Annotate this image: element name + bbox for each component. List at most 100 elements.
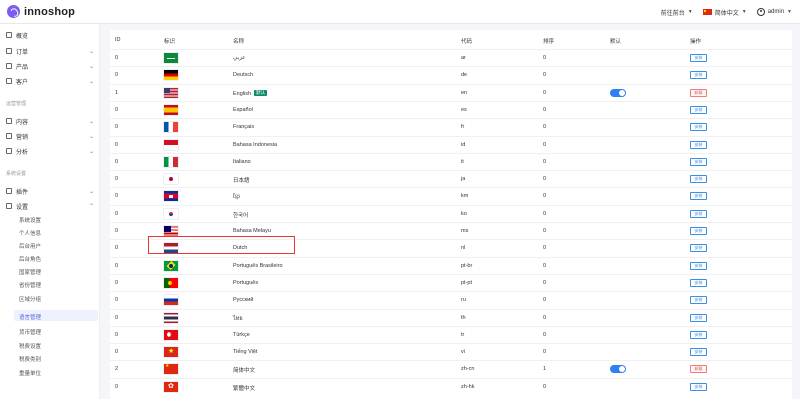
- install-button[interactable]: 安装: [690, 244, 707, 253]
- install-button[interactable]: 安装: [690, 278, 707, 287]
- user-menu[interactable]: admin ▼: [756, 8, 792, 16]
- cell-sort: 0: [543, 314, 547, 321]
- cell-sort: 0: [543, 331, 547, 338]
- sidebar-item-products[interactable]: 产品 ⌄: [6, 60, 94, 72]
- language-label: 简体中文: [714, 10, 739, 17]
- table-row: 0 ខ្មែរ km 0 安装: [110, 187, 792, 204]
- flag-it-icon: [164, 156, 178, 167]
- language-switcher[interactable]: 简体中文 ▼: [702, 8, 747, 17]
- install-button[interactable]: 安装: [690, 175, 707, 184]
- cell-sort: 1: [543, 366, 547, 373]
- chevron-down-icon: ⌄: [88, 118, 94, 125]
- sub-item-languages[interactable]: 语言管理: [19, 313, 41, 321]
- sidebar-item-customers[interactable]: 客户 ⌄: [6, 75, 94, 87]
- flag-id-icon: [164, 139, 178, 150]
- cell-name: Bahasa Melayu: [233, 228, 271, 234]
- language-table: ID 标识 名称 代码 排序 默认 操作 0 عربي ar 0 安装 0 Deutsch d…: [110, 30, 792, 399]
- cell-id: 0: [115, 124, 119, 131]
- language-name: ខ្មែរ: [233, 194, 240, 201]
- cell-sort: 0: [543, 124, 547, 131]
- table-row: 0 عربي ar 0 安装: [110, 49, 792, 66]
- cell-id: 0: [115, 331, 119, 338]
- sidebar-item-orders[interactable]: 订单 ⌄: [6, 45, 94, 57]
- cell-sort: 0: [543, 210, 547, 217]
- sub-item-weight-units[interactable]: 重量单位: [19, 369, 41, 377]
- sub-item-admin-users[interactable]: 后台用户: [19, 242, 41, 250]
- sidebar-item-marketing[interactable]: 营销 ⌄: [6, 130, 94, 142]
- cell-sort: 0: [543, 228, 547, 234]
- install-button[interactable]: 安装: [690, 140, 707, 149]
- sub-item-states[interactable]: 省份管理: [19, 281, 41, 289]
- cell-id: 0: [115, 176, 119, 183]
- cell-code: th: [461, 314, 466, 321]
- sub-item-system-settings[interactable]: 系统设置: [19, 216, 41, 224]
- sidebar-item-plugins[interactable]: 插件 ⌄: [6, 185, 94, 197]
- language-name: Italiano: [233, 158, 251, 165]
- brand-logo[interactable]: innoshop: [7, 5, 75, 18]
- table-row: 0 한국어 ko 0 安装: [110, 204, 792, 222]
- cell-code: ko: [461, 210, 467, 217]
- megaphone-icon: [6, 133, 12, 139]
- sub-item-currencies[interactable]: 货币管理: [19, 328, 41, 336]
- cell-name: English 默认: [233, 89, 268, 97]
- cell-id: 0: [115, 193, 119, 200]
- sub-item-countries[interactable]: 国家管理: [19, 268, 41, 276]
- install-button[interactable]: 安装: [690, 209, 707, 218]
- frontend-link[interactable]: 前往前台 ▼: [661, 8, 693, 17]
- cell-name: Français: [233, 124, 254, 130]
- table-row: 0 Русский ru 0 安装: [110, 291, 792, 308]
- language-name: Türkçe: [233, 331, 250, 338]
- install-button[interactable]: 安装: [690, 123, 707, 132]
- chevron-up-icon: ⌃: [88, 203, 94, 210]
- cell-id: 0: [115, 158, 119, 165]
- install-button[interactable]: 安装: [690, 157, 707, 166]
- uninstall-button[interactable]: 卸载: [690, 88, 707, 97]
- frontend-label: 前往前台: [660, 10, 685, 17]
- cell-name: عربي: [233, 55, 245, 61]
- install-button[interactable]: 安装: [690, 71, 707, 80]
- language-name: 简体中文: [233, 368, 256, 375]
- default-toggle[interactable]: [610, 365, 626, 374]
- cell-code: ar: [461, 55, 466, 61]
- users-icon: [6, 78, 12, 84]
- sidebar-item-settings[interactable]: 设置 ⌃: [6, 200, 94, 212]
- language-name: Tiếng Việt: [233, 349, 258, 356]
- install-button[interactable]: 安装: [690, 296, 707, 305]
- cell-id: 0: [115, 210, 119, 217]
- install-button[interactable]: 安装: [690, 382, 707, 391]
- cell-code: fr: [461, 124, 465, 131]
- default-toggle[interactable]: [610, 88, 626, 97]
- cell-name: Türkçe: [233, 332, 250, 338]
- install-button[interactable]: 安装: [690, 330, 707, 339]
- cell-sort: 0: [543, 279, 547, 286]
- flag-km-icon: [164, 191, 178, 202]
- install-button[interactable]: 安装: [690, 192, 707, 201]
- install-button[interactable]: 安装: [690, 348, 707, 357]
- sidebar-item-content[interactable]: 内容 ⌄: [6, 115, 94, 127]
- language-name: ไทย: [233, 315, 243, 322]
- table-row: 1 English 默认 en 0 卸载: [110, 83, 792, 101]
- sub-item-tax-classes[interactable]: 税费类别: [19, 355, 41, 363]
- table-row: 0 Português pt-pt 0 安装: [110, 273, 792, 291]
- sidebar-item-analytics[interactable]: 分析 ⌄: [6, 145, 94, 157]
- sub-item-admin-roles[interactable]: 后台角色: [19, 255, 41, 263]
- install-button[interactable]: 安装: [690, 105, 707, 114]
- install-button[interactable]: 安装: [690, 313, 707, 322]
- table-row: 0 Bahasa Indonesia id 0 安装: [110, 135, 792, 153]
- flag-pt-pt-icon: [164, 277, 178, 288]
- brand-name: innoshop: [24, 5, 76, 18]
- install-button[interactable]: 安装: [690, 261, 707, 270]
- table-row: 0 Italiano it 0 安装: [110, 152, 792, 170]
- sub-item-tax-rates[interactable]: 税费设置: [19, 342, 41, 350]
- table-row: 0 日本語 ja 0 安装: [110, 170, 792, 187]
- cell-id: 0: [115, 383, 119, 390]
- sub-item-profile[interactable]: 个人信息: [19, 229, 41, 237]
- cell-name: 繁體中文: [233, 384, 255, 392]
- cell-code: ja: [461, 176, 466, 183]
- install-button[interactable]: 安装: [690, 54, 707, 62]
- language-name: English: [233, 90, 252, 97]
- uninstall-button[interactable]: 卸载: [690, 365, 707, 374]
- sub-item-regions[interactable]: 区域分组: [19, 295, 41, 303]
- install-button[interactable]: 安装: [690, 227, 707, 235]
- sidebar-item-overview[interactable]: 概览: [6, 29, 94, 41]
